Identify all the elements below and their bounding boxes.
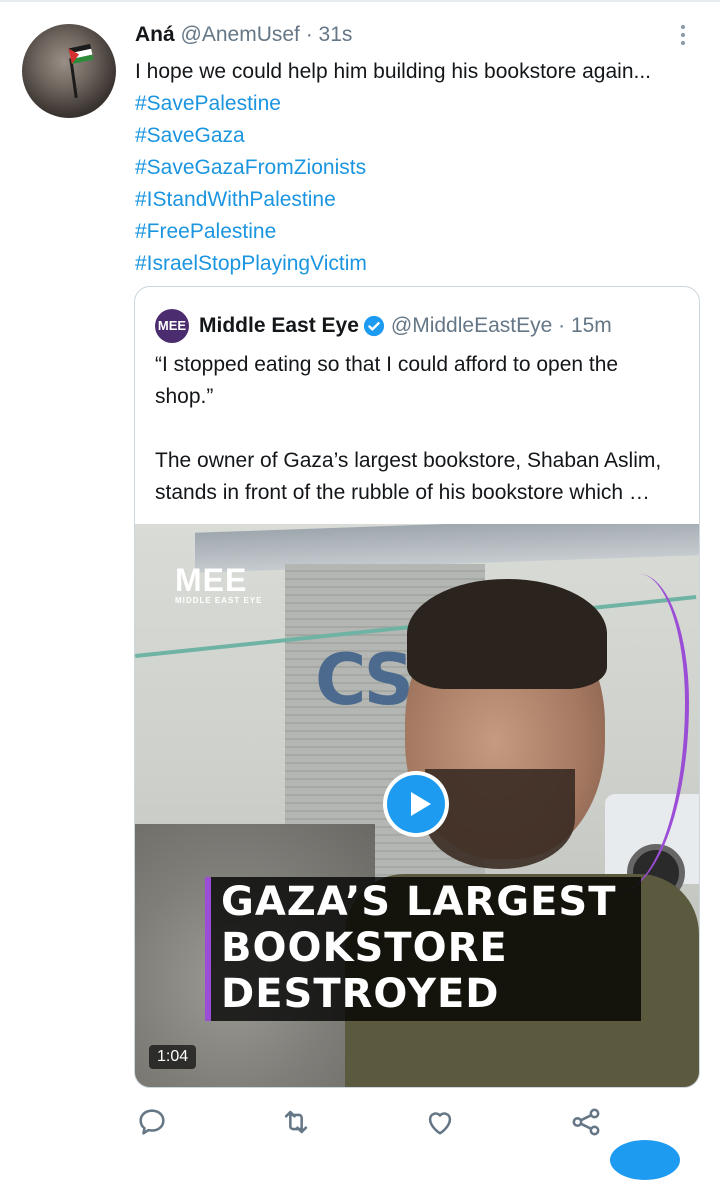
vertical-dots-icon[interactable] — [676, 22, 690, 48]
share-icon[interactable] — [569, 1105, 603, 1139]
flag-icon — [68, 43, 94, 65]
speech-bubble-icon[interactable] — [135, 1105, 169, 1139]
hashtag-link[interactable]: #FreePalestine — [135, 216, 705, 248]
tweet-header: Aná @AnemUsef · 31s — [135, 22, 352, 48]
man-beard — [425, 769, 575, 869]
quoted-paragraph-1: “I stopped eating so that I could afford… — [155, 353, 619, 408]
author-handle-time[interactable]: @AnemUsef · 31s — [181, 23, 353, 46]
play-icon[interactable] — [383, 771, 449, 837]
hashtag-link[interactable]: #IsraelStopPlayingVictim — [135, 248, 705, 280]
hashtag-link[interactable]: #SaveGaza — [135, 120, 705, 152]
tweet-text: I hope we could help him building his bo… — [135, 56, 705, 280]
quoted-text: “I stopped eating so that I could afford… — [155, 349, 675, 541]
top-divider — [0, 0, 720, 2]
quoted-handle-time[interactable]: @MiddleEastEye · 15m — [391, 314, 612, 337]
video-caption: GAZA’S LARGEST BOOKSTORE DESTROYED — [205, 877, 641, 1021]
quoted-avatar[interactable]: MEE — [155, 309, 189, 343]
verified-badge-icon — [363, 315, 384, 337]
caption-line: GAZA’S LARGEST — [221, 879, 617, 925]
retweet-icon[interactable] — [279, 1105, 313, 1139]
tweet-actions — [135, 1105, 655, 1145]
video-duration: 1:04 — [149, 1045, 197, 1069]
caption-line: DESTROYED — [221, 971, 500, 1017]
quoted-header: MEE Middle East Eye @MiddleEastEye · 15m — [155, 309, 612, 343]
hashtag-link[interactable]: #IStandWithPalestine — [135, 184, 705, 216]
heart-icon[interactable] — [423, 1105, 457, 1139]
caption-line: BOOKSTORE — [221, 925, 508, 971]
video-thumbnail[interactable]: CST MEE MIDDLE EAST EYE GAZA’S LARGEST B… — [135, 524, 699, 1087]
quoted-tweet-card[interactable]: MEE Middle East Eye @MiddleEastEye · 15m “… — [134, 286, 700, 1088]
flag-pole — [69, 57, 78, 99]
avatar[interactable] — [22, 24, 116, 118]
hashtag-link[interactable]: #SavePalestine — [135, 88, 705, 120]
quoted-author-name[interactable]: Middle East Eye — [199, 314, 359, 337]
author-name[interactable]: Aná — [135, 23, 175, 46]
tweet-body: I hope we could help him building his bo… — [135, 60, 651, 83]
compose-button[interactable] — [610, 1140, 680, 1180]
hashtag-link[interactable]: #SaveGazaFromZionists — [135, 152, 705, 184]
mee-watermark-logo: MEE MIDDLE EAST EYE — [175, 562, 263, 605]
quoted-paragraph-2: The owner of Gaza’s largest bookstore, S… — [155, 449, 662, 504]
